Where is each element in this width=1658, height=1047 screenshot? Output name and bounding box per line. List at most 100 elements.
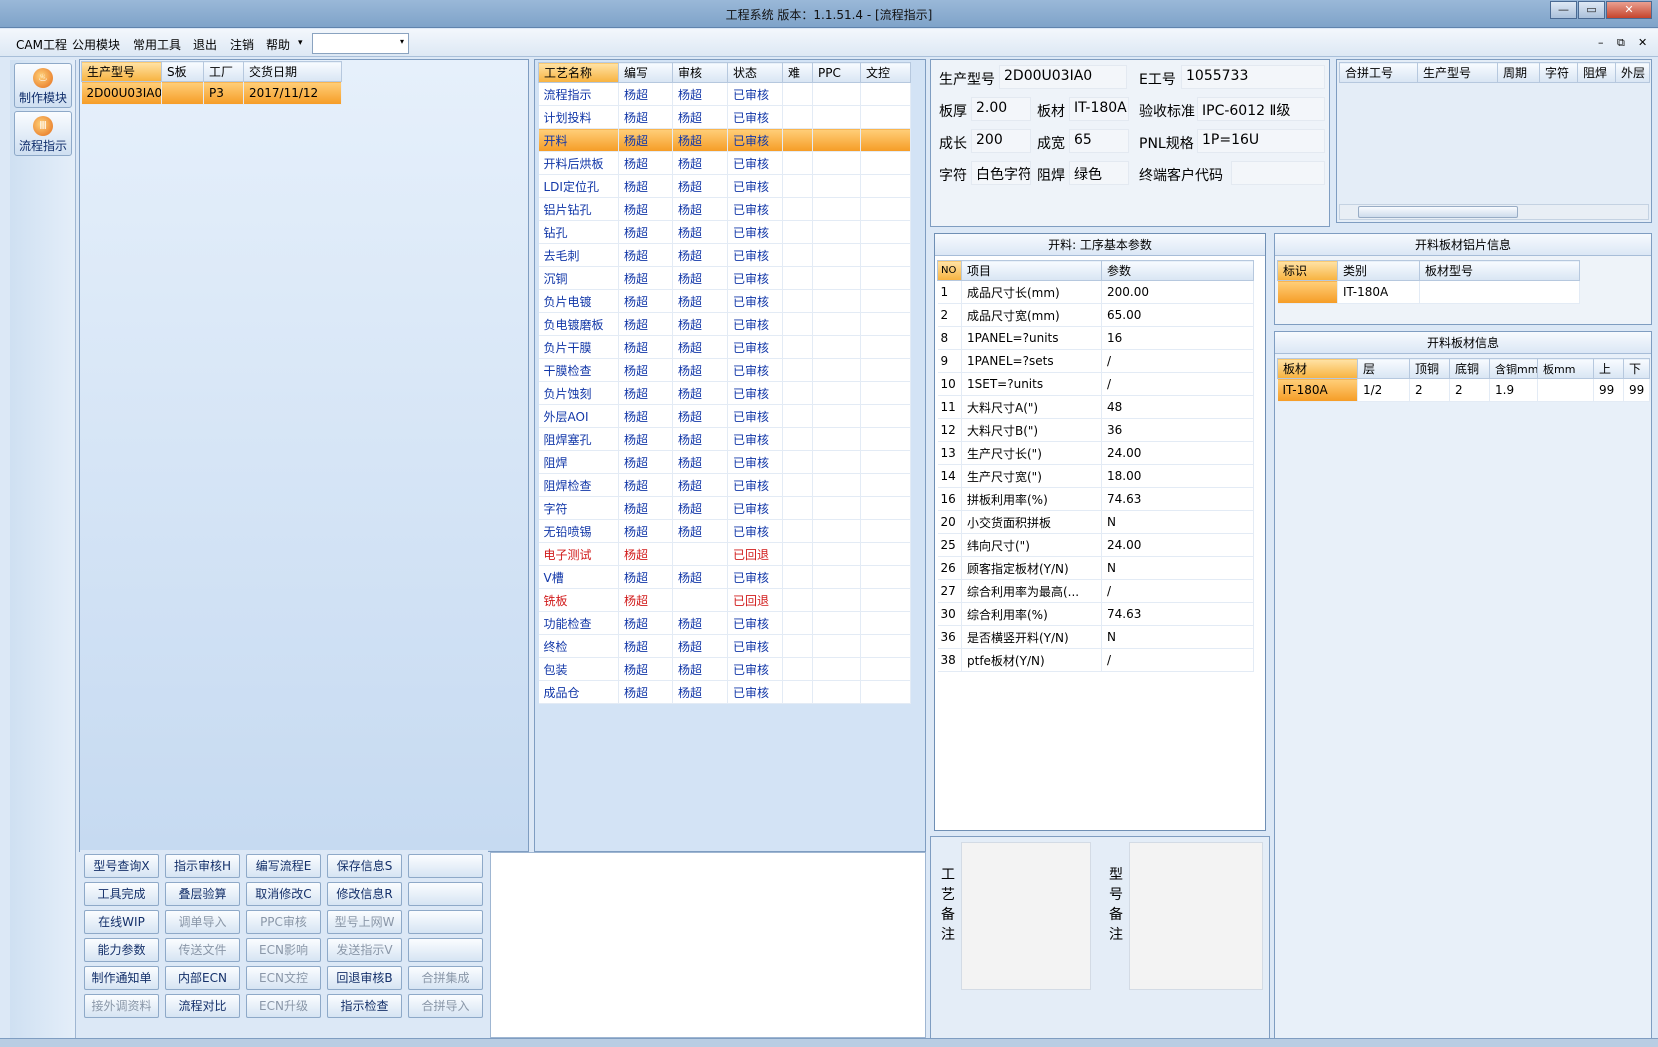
col-tag[interactable]: 标识 xyxy=(1277,260,1338,281)
function-button[interactable]: 传送文件 xyxy=(165,938,240,962)
function-button[interactable]: ECN升级 xyxy=(246,994,321,1018)
table-row[interactable]: 26 顾客指定板材(Y/N) N xyxy=(937,556,1254,580)
function-button[interactable]: 流程对比 xyxy=(165,994,240,1018)
function-button[interactable]: 内部ECN xyxy=(165,966,240,990)
function-button[interactable]: 型号上网W xyxy=(327,910,402,934)
table-row[interactable]: 10 1SET=?units / xyxy=(937,372,1254,396)
table-row[interactable]: 14 生产尺寸宽(") 18.00 xyxy=(937,464,1254,488)
col-down[interactable]: 下 xyxy=(1623,358,1650,379)
merge-hscroll[interactable] xyxy=(1339,204,1649,220)
function-button[interactable]: 发送指示V xyxy=(327,938,402,962)
col-period[interactable]: 周期 xyxy=(1497,62,1540,83)
col-material[interactable]: 板材 xyxy=(1277,358,1358,379)
sidebar-item-make-module[interactable]: ♨ 制作模块 xyxy=(14,63,72,108)
col-delivery-date[interactable]: 交货日期 xyxy=(243,61,342,82)
table-row[interactable]: 2D00U03IA0 P3 2017/11/12 xyxy=(81,81,342,105)
table-row[interactable]: LDI定位孔 杨超 杨超 已审核 xyxy=(538,174,911,198)
menu-common-modules[interactable]: 公用模块 xyxy=(72,36,120,53)
process-notes[interactable] xyxy=(961,842,1091,990)
table-row[interactable]: 去毛刺 杨超 杨超 已审核 xyxy=(538,243,911,267)
sidebar-item-flow[interactable]: Ⅲ 流程指示 xyxy=(14,111,72,156)
col-item[interactable]: 项目 xyxy=(961,260,1102,281)
col-model[interactable]: 生产型号 xyxy=(81,61,162,82)
table-row[interactable]: 电子测试 杨超 已回退 xyxy=(538,542,911,566)
model-field[interactable]: 2D00U03IA0 xyxy=(999,65,1127,89)
table-row[interactable]: 阻焊塞孔 杨超 杨超 已审核 xyxy=(538,427,911,451)
col-mask[interactable]: 阻焊 xyxy=(1577,62,1616,83)
function-button[interactable]: 在线WIP xyxy=(84,910,159,934)
col-doc-control[interactable]: 文控 xyxy=(860,62,911,83)
function-button[interactable]: 修改信息R xyxy=(327,882,402,906)
function-button[interactable] xyxy=(408,854,483,878)
table-row[interactable]: 负片电镀 杨超 杨超 已审核 xyxy=(538,289,911,313)
table-row[interactable]: 阻焊检查 杨超 杨超 已审核 xyxy=(538,473,911,497)
table-row[interactable]: 终检 杨超 杨超 已审核 xyxy=(538,634,911,658)
mdi-restore-button[interactable]: ⧉ xyxy=(1617,36,1625,50)
length-field[interactable]: 200 xyxy=(971,129,1031,153)
function-button[interactable]: 指示检查 xyxy=(327,994,402,1018)
col-bottom-copper[interactable]: 底铜 xyxy=(1449,358,1490,379)
table-row[interactable]: 开料后烘板 杨超 杨超 已审核 xyxy=(538,151,911,175)
material-field[interactable]: IT-180A xyxy=(1069,97,1129,121)
col-status[interactable]: 状态 xyxy=(727,62,783,83)
function-button[interactable]: ECN文控 xyxy=(246,966,321,990)
minimize-button[interactable]: — xyxy=(1550,1,1577,19)
pnl-field[interactable]: 1P=16U xyxy=(1197,129,1325,153)
table-row[interactable]: 38 ptfe板材(Y/N) / xyxy=(937,648,1254,672)
menu-tools[interactable]: 常用工具 xyxy=(133,36,181,53)
function-button[interactable]: 编写流程E xyxy=(246,854,321,878)
col-top-copper[interactable]: 顶铜 xyxy=(1409,358,1450,379)
col-process-name[interactable]: 工艺名称 xyxy=(538,62,619,83)
table-row[interactable]: 16 拼板利用率(%) 74.63 xyxy=(937,487,1254,511)
table-row[interactable]: 30 综合利用率(%) 74.63 xyxy=(937,602,1254,626)
function-button[interactable]: 指示审核H xyxy=(165,854,240,878)
function-button[interactable]: ECN影响 xyxy=(246,938,321,962)
function-button[interactable]: 调单导入 xyxy=(165,910,240,934)
table-row[interactable]: 8 1PANEL=?units 16 xyxy=(937,326,1254,350)
scroll-thumb[interactable] xyxy=(1358,206,1518,218)
help-dropdown-icon[interactable]: ▾ xyxy=(298,38,303,48)
table-row[interactable]: 负片干膜 杨超 杨超 已审核 xyxy=(538,335,911,359)
menu-cam[interactable]: CAM工程 xyxy=(16,36,67,53)
col-board-mm[interactable]: 板mm xyxy=(1537,358,1594,379)
function-button[interactable]: 制作通知单 xyxy=(84,966,159,990)
table-row[interactable]: 字符 杨超 杨超 已审核 xyxy=(538,496,911,520)
table-row[interactable]: 功能检查 杨超 杨超 已审核 xyxy=(538,611,911,635)
col-board-model[interactable]: 板材型号 xyxy=(1419,260,1580,281)
table-row[interactable]: 9 1PANEL=?sets / xyxy=(937,349,1254,373)
menu-help[interactable]: 帮助 xyxy=(266,36,290,53)
col-writer[interactable]: 编写 xyxy=(618,62,673,83)
menu-logout[interactable]: 注销 xyxy=(230,36,254,53)
table-row[interactable]: IT-180A xyxy=(1277,280,1580,304)
function-button[interactable]: 工具完成 xyxy=(84,882,159,906)
table-row[interactable]: 负电镀磨板 杨超 杨超 已审核 xyxy=(538,312,911,336)
table-row[interactable]: V槽 杨超 杨超 已审核 xyxy=(538,565,911,589)
table-row[interactable]: 铣板 杨超 已回退 xyxy=(538,588,911,612)
table-row[interactable]: 外层AOI 杨超 杨超 已审核 xyxy=(538,404,911,428)
function-button[interactable]: 接外调资料 xyxy=(84,994,159,1018)
table-row[interactable]: 开料 杨超 杨超 已审核 xyxy=(538,128,911,152)
function-button[interactable]: 叠层验算 xyxy=(165,882,240,906)
table-row[interactable]: 25 纬向尺寸(") 24.00 xyxy=(937,533,1254,557)
table-row[interactable]: 包装 杨超 杨超 已审核 xyxy=(538,657,911,681)
function-button[interactable]: 取消修改C xyxy=(246,882,321,906)
table-row[interactable]: 成品仓 杨超 杨超 已审核 xyxy=(538,680,911,704)
col-s-board[interactable]: S板 xyxy=(161,61,204,82)
table-row[interactable]: 2 成品尺寸宽(mm) 65.00 xyxy=(937,303,1254,327)
mdi-minimize-button[interactable]: – xyxy=(1598,36,1604,49)
function-button[interactable] xyxy=(408,882,483,906)
col-up[interactable]: 上 xyxy=(1593,358,1624,379)
col-type[interactable]: 类别 xyxy=(1337,260,1420,281)
customer-field[interactable] xyxy=(1231,161,1325,185)
table-row[interactable]: 沉铜 杨超 杨超 已审核 xyxy=(538,266,911,290)
thickness-field[interactable]: 2.00 xyxy=(971,97,1031,121)
function-button[interactable] xyxy=(408,938,483,962)
table-row[interactable]: 计划投料 杨超 杨超 已审核 xyxy=(538,105,911,129)
function-button[interactable]: PPC审核 xyxy=(246,910,321,934)
table-row[interactable]: 铝片钻孔 杨超 杨超 已审核 xyxy=(538,197,911,221)
table-row[interactable]: IT-180A 1/2 2 2 1.9 99 99 xyxy=(1277,378,1650,402)
col-factory[interactable]: 工厂 xyxy=(203,61,244,82)
col-outer[interactable]: 外层 xyxy=(1615,62,1650,83)
col-cu-mm[interactable]: 含铜mm xyxy=(1489,358,1538,379)
width-field[interactable]: 65 xyxy=(1069,129,1129,153)
